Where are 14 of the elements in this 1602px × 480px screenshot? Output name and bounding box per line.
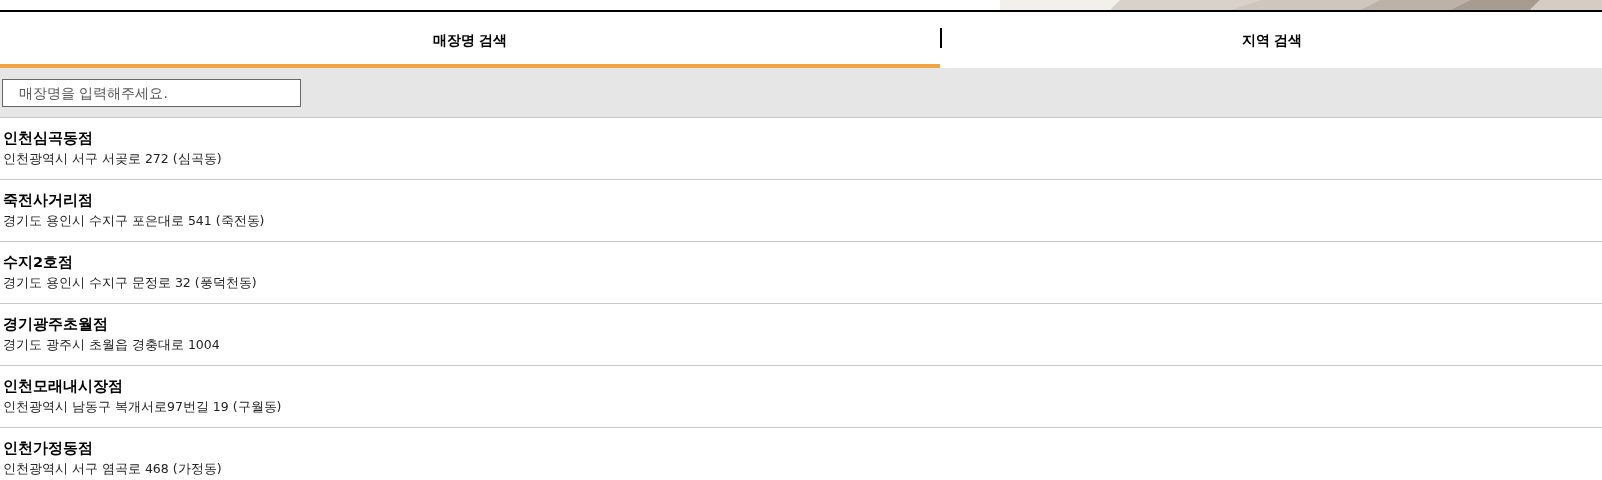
- store-address: 경기도 광주시 초월읍 경충대로 1004: [3, 336, 221, 354]
- store-name[interactable]: 인천모래내시장점: [3, 376, 1599, 397]
- store-address: 인천광역시 남동구 복개서로97번길 19 (구월동): [3, 398, 283, 416]
- store-name[interactable]: 죽전사거리점: [3, 190, 1599, 211]
- store-name[interactable]: 수지2호점: [3, 252, 1599, 273]
- store-name[interactable]: 인천심곡동점: [3, 128, 1599, 149]
- store-address: 경기도 용인시 수지구 포은대로 541 (죽전동): [3, 212, 266, 230]
- store-address: 인천광역시 서구 서곶로 272 (심곡동): [3, 150, 223, 168]
- tab[interactable]: 지역 검색: [942, 12, 1602, 68]
- store-name[interactable]: 인천가정동점: [3, 438, 1599, 459]
- store-name[interactable]: 경기광주초월점: [3, 314, 1599, 335]
- store-address: 경기도 용인시 수지구 문정로 32 (풍덕천동): [3, 274, 258, 292]
- store-address: 인천광역시 서구 염곡로 468 (가정동): [3, 460, 223, 478]
- search-field[interactable]: 매장명을 입력해주세요.: [2, 78, 301, 107]
